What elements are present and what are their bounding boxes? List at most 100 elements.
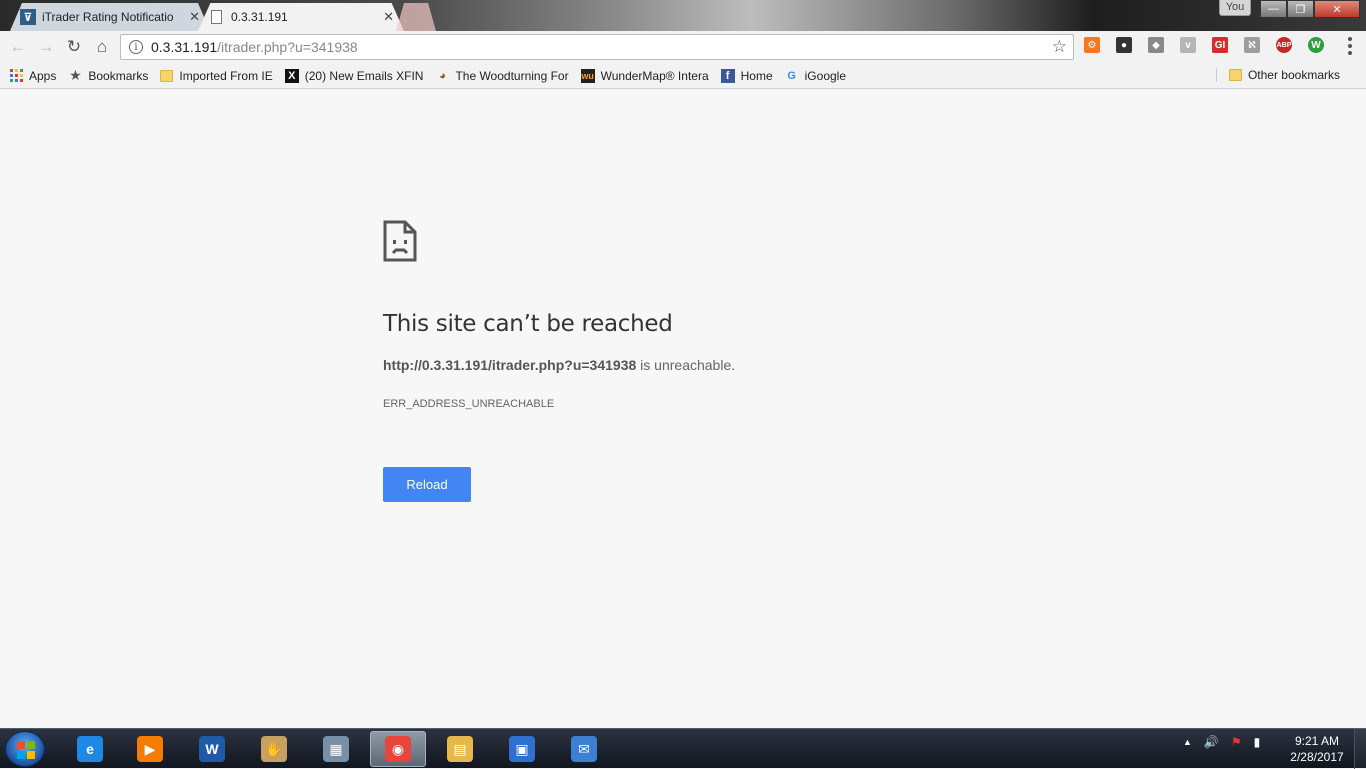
error-url: http://0.3.31.191/itrader.php?u=341938 (383, 357, 637, 373)
w-ext-icon[interactable]: W (1308, 37, 1324, 53)
calculator-taskbar-button[interactable]: ▦ (308, 731, 364, 767)
word-taskbar-button[interactable]: W (184, 731, 240, 767)
bookmark-wundermap[interactable]: wu WunderMap® Intera (580, 68, 709, 83)
bookmark-label: The Woodturning For (455, 68, 569, 83)
clock-time: 9:21 AM (1294, 734, 1340, 748)
bookmark-label: Home (740, 68, 773, 83)
forward-button[interactable]: → (32, 33, 60, 61)
bookmark-label: Imported From IE (179, 68, 273, 83)
v-ext-icon[interactable]: v (1180, 37, 1196, 53)
grammar-ext-icon[interactable]: ℵ (1244, 37, 1260, 53)
bookmark-new-emails[interactable]: X (20) New Emails XFIN (284, 68, 424, 83)
url-host: 0.3.31.191 (151, 39, 218, 55)
x-icon: X (284, 68, 299, 83)
error-code: ERR_ADDRESS_UNREACHABLE (383, 398, 555, 410)
bookmark-label: Bookmarks (88, 68, 149, 83)
calculator-taskbar-icon: ▦ (323, 736, 349, 762)
remote-desktop-taskbar-button[interactable]: ▣ (494, 731, 550, 767)
woodturning-icon: ◕ (439, 69, 446, 82)
tab-itrader[interactable]: ⊽ iTrader Rating Notificatio ✕ (10, 3, 210, 31)
reload-button[interactable]: ↻ (60, 33, 88, 61)
action-center-flag-icon[interactable]: ⚑ (1231, 735, 1242, 749)
hubspot-ext-icon[interactable]: ⚙ (1084, 37, 1100, 53)
explorer-taskbar-icon: ▤ (447, 736, 473, 762)
bookmark-label: WunderMap® Intera (600, 68, 709, 83)
tab-title: iTrader Rating Notificatio (42, 10, 174, 24)
thunderbird-taskbar-button[interactable]: ✉ (556, 731, 612, 767)
facebook-icon: f (720, 68, 735, 83)
apps-grid-icon (10, 69, 23, 82)
ie-taskbar-icon: e (77, 736, 103, 762)
bookmark-label: iGoogle (804, 68, 847, 83)
taskbar-clock[interactable]: 9:21 AM 2/28/2017 (1282, 733, 1352, 765)
browser-tab-strip: ⊽ iTrader Rating Notificatio ✕ 0.3.31.19… (0, 0, 1366, 31)
bookmark-home[interactable]: f Home (720, 68, 773, 83)
error-title: This site can’t be reached (383, 311, 673, 337)
itrader-favicon-icon: ⊽ (20, 9, 36, 25)
maximize-button[interactable]: ❐ (1287, 0, 1314, 18)
sad-document-icon (383, 220, 417, 262)
other-bookmarks-label: Other bookmarks (1247, 68, 1340, 82)
tab-close-icon[interactable]: ✕ (189, 9, 200, 25)
tab-close-icon[interactable]: ✕ (383, 9, 394, 25)
network-icon[interactable]: ▮ (1254, 735, 1261, 749)
pocket-ext-icon[interactable]: ◆ (1148, 37, 1164, 53)
ie-taskbar-button[interactable]: e (62, 731, 118, 767)
url-path: /itrader.php?u=341938 (217, 39, 358, 55)
minimize-button[interactable]: — (1260, 0, 1287, 18)
chrome-taskbar-icon: ◉ (385, 736, 411, 762)
start-button[interactable] (5, 731, 45, 767)
gi-ext-icon[interactable]: GI (1212, 37, 1228, 53)
bookmark-apps[interactable]: Apps (10, 69, 56, 83)
bookmark-bookmarks[interactable]: ★ Bookmarks (68, 67, 149, 83)
document-icon (211, 10, 222, 24)
address-bar[interactable]: i 0.3.31.191/itrader.php?u=341938 ☆ (120, 34, 1074, 60)
error-description: http://0.3.31.191/itrader.php?u=341938 i… (383, 357, 735, 373)
bookmark-star-icon[interactable]: ☆ (1052, 37, 1067, 57)
chrome-taskbar-button[interactable]: ◉ (370, 731, 426, 767)
volume-icon[interactable]: 🔊 (1204, 735, 1219, 749)
reload-page-button[interactable]: Reload (383, 467, 471, 502)
bookmark-label: (20) New Emails XFIN (304, 68, 424, 83)
media-player-taskbar-button[interactable]: ▶ (122, 731, 178, 767)
bookmark-igoogle[interactable]: G iGoogle (785, 69, 846, 83)
chrome-menu-icon[interactable] (1348, 37, 1352, 55)
info-icon[interactable]: i (129, 40, 143, 54)
folder-icon (1228, 69, 1242, 81)
windows-taskbar: ▲ 🔊 ⚑ ▮ 9:21 AM 2/28/2017 e ▶ W ✋ ▦ ◉ ▤ ▣ ✉ (0, 728, 1366, 769)
show-desktop-button[interactable] (1354, 729, 1366, 769)
other-bookmarks[interactable]: Other bookmarks (1215, 68, 1340, 82)
windows-logo-icon (17, 741, 35, 759)
tab-title: 0.3.31.191 (231, 10, 288, 24)
handshake-taskbar-button[interactable]: ✋ (246, 731, 302, 767)
star-icon: ★ (69, 67, 82, 83)
mask-ext-icon[interactable]: ● (1116, 37, 1132, 53)
adblock-plus-icon[interactable]: ABP (1276, 37, 1292, 53)
media-player-taskbar-icon: ▶ (137, 736, 163, 762)
bookmark-label: Apps (29, 68, 57, 83)
handshake-taskbar-icon: ✋ (261, 736, 287, 762)
bookmark-imported-from-ie[interactable]: Imported From IE (160, 68, 273, 83)
folder-icon (160, 69, 174, 82)
word-taskbar-icon: W (199, 736, 225, 762)
remote-desktop-taskbar-icon: ▣ (509, 736, 535, 762)
google-icon: G (787, 69, 796, 82)
profile-button[interactable]: You (1219, 0, 1251, 16)
back-button[interactable]: ← (4, 33, 32, 61)
error-description-suffix: is unreachable. (636, 357, 736, 373)
bookmarks-bar: Apps ★ Bookmarks Imported From IE X (20)… (0, 63, 1366, 89)
error-page: This site can’t be reached http://0.3.31… (0, 90, 1366, 728)
home-button[interactable]: ⌂ (88, 33, 116, 61)
show-hidden-icons-icon[interactable]: ▲ (1183, 737, 1192, 747)
thunderbird-taskbar-icon: ✉ (571, 736, 597, 762)
tab-current[interactable]: 0.3.31.191 ✕ (198, 3, 404, 31)
bookmark-woodturning[interactable]: ◕ The Woodturning For (435, 68, 569, 83)
clock-date: 2/28/2017 (1290, 750, 1344, 764)
extensions-area: ⚙ ● ◆ v GI ℵ ABP W (1084, 37, 1340, 53)
close-window-button[interactable]: ✕ (1314, 0, 1360, 18)
browser-toolbar: ← → ↻ ⌂ i 0.3.31.191/itrader.php?u=34193… (0, 31, 1366, 63)
new-tab-button[interactable] (396, 3, 436, 31)
window-controls: — ❐ ✕ (1260, 0, 1360, 18)
explorer-taskbar-button[interactable]: ▤ (432, 731, 488, 767)
system-tray: ▲ 🔊 ⚑ ▮ (1183, 735, 1272, 749)
